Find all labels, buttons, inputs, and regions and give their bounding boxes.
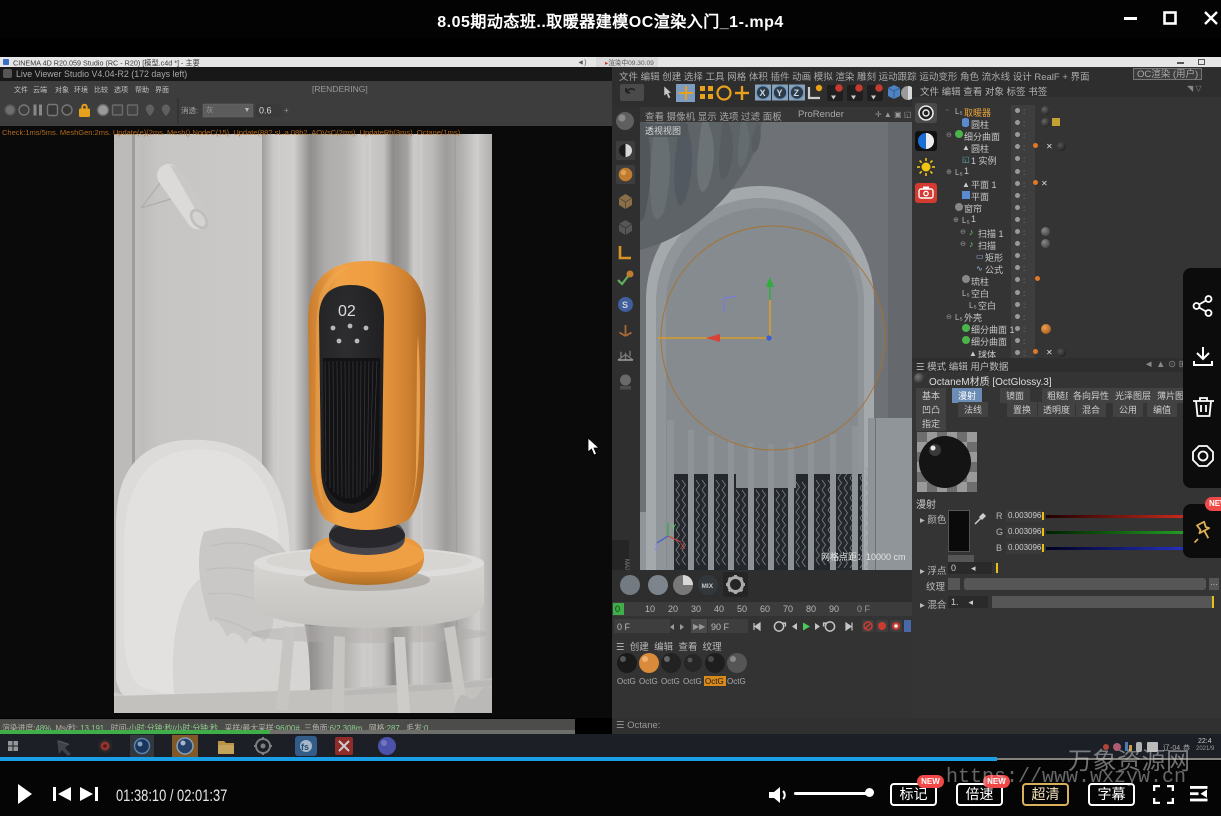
svg-text:Y: Y: [777, 88, 783, 98]
svg-text:OctG: OctG: [639, 677, 658, 686]
svg-text:消透:: 消透:: [181, 105, 198, 115]
svg-text:02: 02: [338, 303, 356, 320]
svg-text:OctG: OctG: [705, 677, 724, 686]
svg-text:OctG: OctG: [661, 677, 680, 686]
svg-text:灰: 灰: [206, 105, 214, 115]
svg-text:fs: fs: [301, 742, 309, 752]
svg-text:S: S: [622, 300, 628, 310]
svg-text:X: X: [760, 88, 766, 98]
svg-text:透视视图: 透视视图: [645, 125, 681, 136]
svg-text:Z: Z: [654, 543, 659, 552]
svg-text:OctG: OctG: [683, 677, 702, 686]
svg-text:+: +: [284, 106, 289, 115]
svg-text:OctG: OctG: [727, 677, 746, 686]
svg-text:X: X: [680, 542, 686, 551]
svg-text:▶▶: ▶▶: [693, 622, 706, 631]
svg-text:网格点距：10000 cm: 网格点距：10000 cm: [821, 551, 906, 562]
svg-text:0 F: 0 F: [617, 622, 631, 632]
svg-text:OctG: OctG: [617, 677, 636, 686]
svg-text:MIX: MIX: [702, 583, 714, 590]
svg-text:Z: Z: [794, 88, 800, 98]
svg-text:0.6: 0.6: [259, 106, 272, 116]
svg-text:Y: Y: [671, 523, 677, 532]
svg-text:90 F: 90 F: [711, 622, 730, 632]
